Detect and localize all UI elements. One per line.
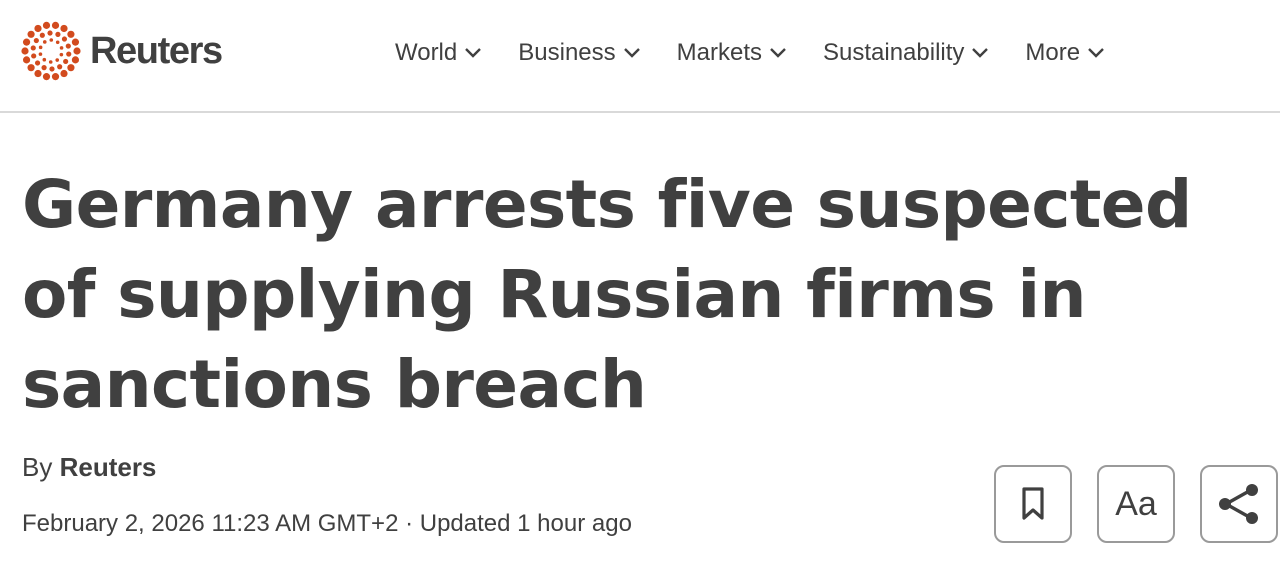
logo-dot (42, 40, 47, 44)
logo-dot (63, 58, 69, 65)
font-size-label: Aa (1115, 484, 1157, 523)
logo-dot (34, 60, 41, 66)
logo-dot (41, 65, 47, 71)
chevron-down-icon (770, 48, 786, 58)
main-nav: World Business Markets Sustainability Mo… (395, 34, 1105, 72)
share-button[interactable] (1200, 465, 1278, 543)
logo-dot (55, 40, 60, 45)
nav-item-business[interactable]: Business (518, 39, 640, 67)
logo-dot (65, 43, 71, 49)
logo-dot (47, 30, 53, 36)
logo-dot (67, 30, 75, 38)
logo-wordmark: Reuters (90, 29, 223, 72)
logo-dot (67, 64, 75, 72)
bookmark-button[interactable] (994, 465, 1072, 543)
nav-item-world[interactable]: World (395, 39, 482, 67)
logo-dot (59, 46, 64, 50)
logo-dot (73, 47, 81, 55)
nav-item-markets[interactable]: Markets (677, 39, 787, 67)
logo-dot (30, 45, 36, 51)
logo-dot (71, 56, 80, 64)
logo-dot (27, 64, 35, 72)
nav-item-more[interactable]: More (1025, 39, 1105, 67)
nav-item-label: Business (518, 39, 616, 66)
logo-dot (49, 66, 55, 72)
logo-dot (34, 69, 42, 78)
logo-dot (39, 32, 45, 38)
logo-dot (42, 57, 47, 62)
logo-dot (55, 31, 61, 37)
chevron-down-icon (1088, 48, 1104, 58)
logo-dot (38, 45, 43, 50)
article-tools: Aa (994, 465, 1278, 543)
nav-item-label: World (395, 39, 458, 66)
logo-dot (60, 69, 68, 78)
chevron-down-icon (972, 48, 989, 58)
logo-dot (51, 73, 60, 81)
article-headline: Germany arrests five suspected of supply… (22, 166, 1192, 423)
byline: By Reuters (22, 452, 156, 483)
logo-dot (71, 38, 80, 46)
logo-dot (51, 21, 60, 29)
author-link[interactable]: Reuters (60, 452, 157, 482)
logo-dot (33, 37, 39, 44)
logo-dot (59, 52, 64, 57)
byline-prefix: By (22, 452, 53, 482)
logo-dot (31, 53, 37, 59)
logo-dot (49, 38, 54, 42)
logo-dot (34, 24, 42, 33)
logo-dot (21, 47, 29, 55)
logo-dot (42, 73, 51, 81)
logo-dot (38, 52, 43, 56)
logo-dot (60, 24, 68, 33)
logo-dot (66, 51, 72, 57)
logo-dot (57, 64, 63, 70)
chevron-down-icon (465, 48, 482, 58)
article-dateline: February 2, 2026 11:23 AM GMT+2 · Update… (22, 510, 632, 537)
site-header: Reuters World Business Markets Sustainab… (0, 0, 1280, 113)
chevron-down-icon (623, 48, 640, 58)
logo-dot (22, 56, 31, 64)
reuters-logo-icon (21, 21, 81, 81)
bookmark-icon (1022, 487, 1044, 520)
logo-dot (61, 36, 68, 42)
logo-dot (48, 60, 53, 64)
nav-item-label: Sustainability (823, 39, 965, 66)
font-size-button[interactable]: Aa (1097, 465, 1175, 543)
reuters-logo[interactable]: Reuters (20, 20, 223, 82)
nav-item-label: Markets (676, 39, 762, 66)
logo-dot (42, 21, 51, 29)
logo-dot (27, 30, 35, 38)
share-icon (1219, 484, 1258, 524)
logo-dot (22, 38, 31, 46)
logo-dot (55, 58, 60, 62)
nav-item-label: More (1025, 39, 1081, 66)
nav-item-sustainability[interactable]: Sustainability (823, 39, 989, 67)
